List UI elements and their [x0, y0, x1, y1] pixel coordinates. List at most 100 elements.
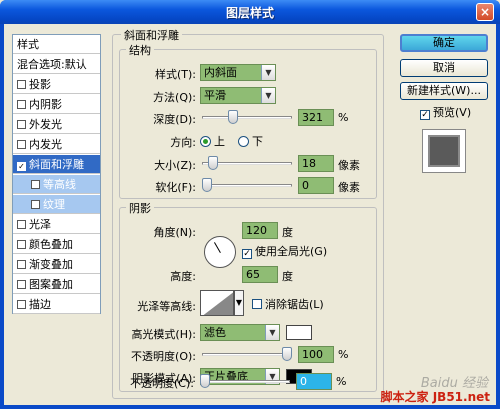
ok-button[interactable]: 确定: [400, 34, 488, 52]
angle-unit: 度: [282, 226, 293, 239]
shadow-opacity-input[interactable]: 0: [296, 373, 332, 390]
preview-checkbox[interactable]: ✓: [420, 110, 430, 120]
checkbox[interactable]: [17, 260, 26, 269]
depth-input[interactable]: 321: [298, 109, 334, 126]
highlight-mode-select[interactable]: 滤色 ▼: [200, 324, 280, 341]
slider-thumb[interactable]: [200, 374, 210, 388]
style-item-label: 外发光: [29, 118, 62, 131]
depth-unit: %: [338, 111, 349, 124]
window-title: 图层样式: [225, 6, 274, 20]
checkbox[interactable]: [31, 180, 40, 189]
radio-button[interactable]: [238, 136, 249, 147]
checkbox[interactable]: [17, 120, 26, 129]
dialog-body: 样式 混合选项:默认 投影内阴影外发光内发光 ✓ 斜面和浮雕等高线纹理光泽颜色叠加渐…: [4, 24, 496, 405]
style-item-label: 纹理: [43, 198, 65, 211]
style-item[interactable]: 渐变叠加: [13, 255, 100, 274]
chevron-down-icon[interactable]: ▼: [234, 290, 244, 316]
depth-slider[interactable]: [202, 110, 292, 124]
highlight-opacity-input[interactable]: 100: [298, 346, 334, 363]
structure-group: 结构 样式(T): 内斜面 ▼ 方法(Q): 平滑 ▼ 深度(D): 321 %: [119, 42, 377, 199]
gloss-contour-picker[interactable]: [200, 290, 234, 316]
style-item[interactable]: 等高线: [13, 175, 100, 194]
checkbox[interactable]: [17, 100, 26, 109]
slider-thumb[interactable]: [208, 156, 218, 170]
direction-down-label: 下: [252, 135, 263, 148]
angle-dial[interactable]: [204, 236, 236, 268]
highlight-opacity-slider[interactable]: [202, 347, 292, 361]
anti-alias-label: 消除锯齿(L): [265, 298, 324, 311]
style-item-label: 光泽: [29, 218, 51, 231]
global-light-checkbox[interactable]: ✓ 使用全局光(G): [242, 243, 327, 259]
checkbox[interactable]: ✓: [242, 249, 252, 259]
title-bar[interactable]: 图层样式 ×: [0, 0, 500, 24]
slider-thumb[interactable]: [228, 110, 238, 124]
watermark-site: 脚本之家 JB51.net: [380, 390, 490, 404]
shading-group: 阴影 角度(N): 120 度 ✓ 使用全局光(G) 高度: 65 度 光泽等高线…: [119, 200, 377, 392]
slider-track: [202, 184, 292, 187]
checkbox[interactable]: [17, 240, 26, 249]
new-style-button[interactable]: 新建样式(W)...: [400, 82, 488, 100]
preview-swatch: [428, 135, 460, 167]
style-label: 样式(T):: [154, 68, 196, 81]
soften-slider[interactable]: [202, 178, 292, 192]
style-item[interactable]: 纹理: [13, 195, 100, 214]
style-item[interactable]: 光泽: [13, 215, 100, 234]
style-item[interactable]: ✓ 斜面和浮雕: [13, 155, 100, 174]
checkbox[interactable]: [17, 300, 26, 309]
styles-header[interactable]: 样式: [13, 35, 100, 54]
shading-title: 阴影: [126, 200, 154, 216]
contour-curve-icon: [203, 292, 233, 315]
checkbox[interactable]: ✓: [17, 162, 26, 171]
angle-input[interactable]: 120: [242, 222, 278, 239]
checkbox[interactable]: [17, 280, 26, 289]
checkbox[interactable]: [17, 80, 26, 89]
style-item[interactable]: 描边: [13, 295, 100, 314]
size-label: 大小(Z):: [154, 159, 196, 172]
size-slider[interactable]: [202, 156, 292, 170]
style-item[interactable]: 内发光: [13, 135, 100, 154]
global-light-label: 使用全局光(G): [255, 245, 328, 258]
gloss-contour-label: 光泽等高线:: [137, 300, 196, 313]
cancel-button[interactable]: 取消: [400, 59, 488, 77]
close-button[interactable]: ×: [476, 3, 494, 21]
style-item-label: 内阴影: [29, 98, 62, 111]
blending-options-item[interactable]: 混合选项:默认: [13, 55, 100, 74]
highlight-mode-value: 滤色: [204, 326, 226, 339]
style-item[interactable]: 内阴影: [13, 95, 100, 114]
style-item[interactable]: 图案叠加: [13, 275, 100, 294]
styles-list: 样式 混合选项:默认 投影内阴影外发光内发光 ✓ 斜面和浮雕等高线纹理光泽颜色叠加渐…: [12, 34, 101, 314]
checkbox[interactable]: [17, 220, 26, 229]
checkbox[interactable]: [17, 140, 26, 149]
angle-needle: [214, 242, 221, 253]
slider-track: [202, 116, 292, 119]
bevel-style-select[interactable]: 内斜面 ▼: [200, 64, 276, 81]
slider-thumb[interactable]: [282, 347, 292, 361]
preview-toggle[interactable]: ✓ 预览(V): [420, 104, 471, 120]
chevron-down-icon: ▼: [261, 88, 275, 103]
checkbox[interactable]: [252, 299, 262, 309]
direction-label: 方向:: [170, 136, 196, 149]
direction-down-radio[interactable]: 下: [238, 133, 263, 149]
highlight-opacity-unit: %: [338, 348, 349, 361]
preview-label: 预览(V): [433, 106, 472, 119]
shadow-opacity-slider[interactable]: [200, 374, 290, 388]
highlight-color-swatch[interactable]: [286, 325, 312, 340]
style-item[interactable]: 颜色叠加: [13, 235, 100, 254]
anti-alias-checkbox[interactable]: 消除锯齿(L): [252, 296, 324, 312]
technique-label: 方法(Q):: [153, 91, 196, 104]
style-item[interactable]: 外发光: [13, 115, 100, 134]
slider-track: [200, 380, 290, 383]
direction-up-radio[interactable]: 上: [200, 133, 225, 149]
size-input[interactable]: 18: [298, 155, 334, 172]
shadow-opacity-label: 不透明度(C):: [130, 377, 194, 390]
soften-input[interactable]: 0: [298, 177, 334, 194]
technique-select[interactable]: 平滑 ▼: [200, 87, 276, 104]
altitude-input[interactable]: 65: [242, 266, 278, 283]
radio-button[interactable]: [200, 136, 211, 147]
style-item[interactable]: 投影: [13, 75, 100, 94]
style-item-label: 等高线: [43, 178, 76, 191]
checkbox[interactable]: [31, 200, 40, 209]
slider-thumb[interactable]: [202, 178, 212, 192]
depth-label: 深度(D):: [153, 113, 196, 126]
style-item-label: 渐变叠加: [29, 258, 73, 271]
